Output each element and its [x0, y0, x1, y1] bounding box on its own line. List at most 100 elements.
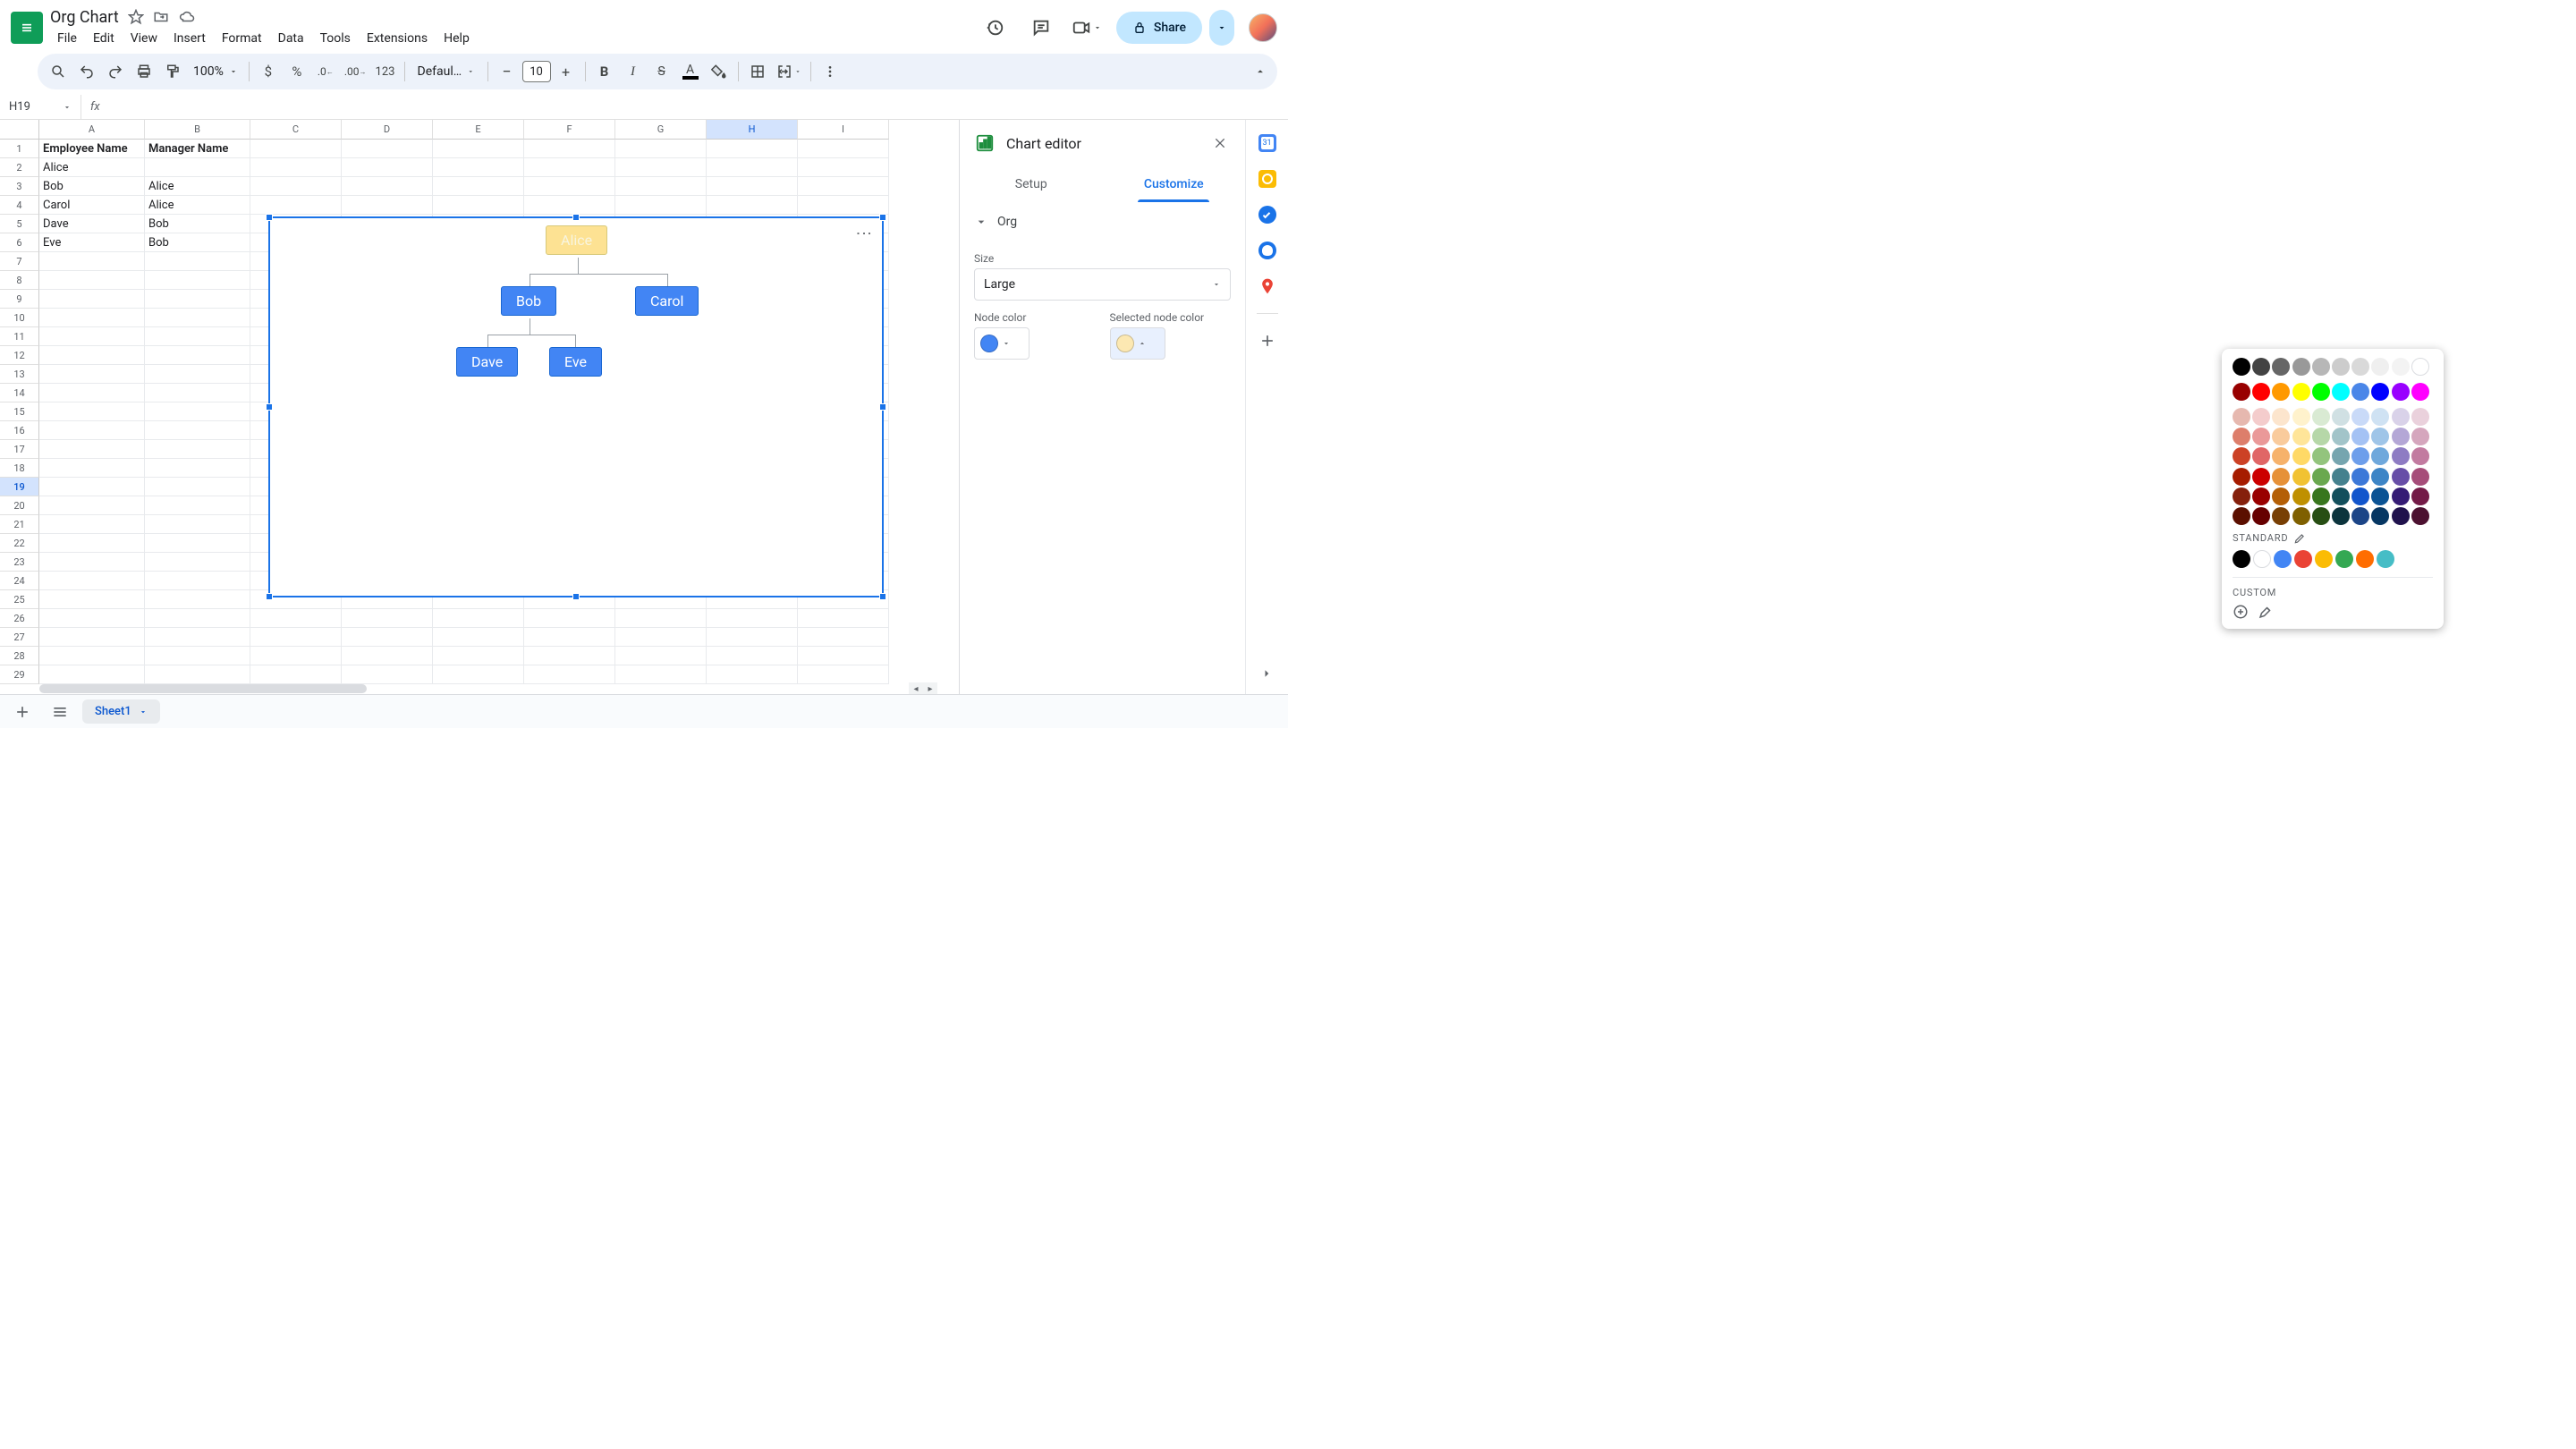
cell[interactable] — [707, 196, 798, 215]
color-swatch[interactable] — [2371, 383, 2389, 401]
column-header[interactable]: E — [433, 120, 524, 140]
color-swatch[interactable] — [2272, 487, 2290, 505]
cell[interactable] — [145, 628, 250, 647]
decrease-decimal-icon[interactable]: .0← — [312, 58, 339, 85]
color-swatch[interactable] — [2252, 408, 2270, 426]
cell[interactable] — [250, 609, 342, 628]
get-addons-icon[interactable] — [1258, 332, 1276, 350]
color-swatch[interactable] — [2377, 550, 2394, 568]
color-swatch[interactable] — [2292, 468, 2310, 486]
color-swatch[interactable] — [2371, 428, 2389, 445]
fill-color-icon[interactable] — [706, 58, 733, 85]
strikethrough-icon[interactable]: S — [648, 58, 675, 85]
color-swatch[interactable] — [2332, 468, 2350, 486]
more-toolbar-icon[interactable] — [817, 58, 843, 85]
column-header[interactable]: B — [145, 120, 250, 140]
cell[interactable] — [145, 534, 250, 553]
color-swatch[interactable] — [2351, 358, 2369, 376]
cell[interactable] — [145, 158, 250, 177]
color-swatch[interactable] — [2351, 487, 2369, 505]
zoom-select[interactable]: 100% — [188, 64, 243, 79]
org-node-carol[interactable]: Carol — [635, 286, 699, 316]
column-header[interactable]: G — [615, 120, 707, 140]
color-swatch[interactable] — [2274, 550, 2292, 568]
maps-addon-icon[interactable] — [1258, 277, 1276, 295]
row-header[interactable]: 10 — [0, 309, 39, 327]
redo-icon[interactable] — [102, 58, 129, 85]
cell[interactable] — [433, 158, 524, 177]
color-swatch[interactable] — [2411, 447, 2429, 465]
cell[interactable] — [39, 590, 145, 609]
color-swatch[interactable] — [2356, 550, 2374, 568]
undo-icon[interactable] — [73, 58, 100, 85]
color-swatch[interactable] — [2392, 383, 2410, 401]
row-header[interactable]: 27 — [0, 628, 39, 647]
row-header[interactable]: 24 — [0, 572, 39, 590]
cell[interactable] — [433, 140, 524, 158]
cell[interactable] — [39, 478, 145, 496]
color-swatch[interactable] — [2272, 358, 2290, 376]
color-swatch[interactable] — [2392, 358, 2410, 376]
cell[interactable] — [798, 609, 889, 628]
color-swatch[interactable] — [2351, 408, 2369, 426]
cell[interactable] — [145, 440, 250, 459]
currency-icon[interactable]: $ — [255, 58, 282, 85]
color-swatch[interactable] — [2351, 428, 2369, 445]
cell[interactable] — [145, 647, 250, 665]
percent-icon[interactable]: % — [284, 58, 310, 85]
color-swatch[interactable] — [2332, 358, 2350, 376]
color-swatch[interactable] — [2312, 408, 2330, 426]
color-swatch[interactable] — [2272, 507, 2290, 525]
cell[interactable] — [433, 609, 524, 628]
cell[interactable] — [342, 196, 433, 215]
cell[interactable] — [524, 177, 615, 196]
tab-setup[interactable]: Setup — [960, 166, 1103, 202]
more-formats-icon[interactable]: 123 — [372, 58, 399, 85]
cell[interactable] — [39, 496, 145, 515]
color-swatch[interactable] — [2233, 507, 2250, 525]
color-swatch[interactable] — [2332, 408, 2350, 426]
color-swatch[interactable] — [2312, 468, 2330, 486]
color-swatch[interactable] — [2371, 507, 2389, 525]
cell[interactable]: Alice — [145, 177, 250, 196]
add-sheet-icon[interactable] — [7, 699, 38, 725]
merge-cells-icon[interactable] — [773, 58, 805, 85]
cell[interactable] — [433, 665, 524, 684]
eyedropper-icon[interactable] — [2258, 604, 2274, 620]
sheet-tab[interactable]: Sheet1 — [82, 699, 160, 724]
increase-font-icon[interactable]: + — [553, 58, 580, 85]
row-header[interactable]: 6 — [0, 233, 39, 252]
cell[interactable] — [145, 421, 250, 440]
color-swatch[interactable] — [2411, 468, 2429, 486]
cell[interactable] — [342, 177, 433, 196]
color-swatch[interactable] — [2252, 428, 2270, 445]
row-header[interactable]: 29 — [0, 665, 39, 684]
cell[interactable] — [798, 140, 889, 158]
color-swatch[interactable] — [2233, 550, 2250, 568]
cell[interactable] — [798, 665, 889, 684]
menu-edit[interactable]: Edit — [86, 29, 122, 48]
cell[interactable] — [145, 590, 250, 609]
cell[interactable] — [145, 384, 250, 402]
color-swatch[interactable] — [2292, 428, 2310, 445]
color-swatch[interactable] — [2392, 487, 2410, 505]
org-node-dave[interactable]: Dave — [456, 347, 518, 377]
menu-help[interactable]: Help — [436, 29, 477, 48]
cell[interactable] — [707, 140, 798, 158]
paint-format-icon[interactable] — [159, 58, 186, 85]
color-swatch[interactable] — [2272, 447, 2290, 465]
color-swatch[interactable] — [2351, 383, 2369, 401]
cell[interactable] — [39, 252, 145, 271]
star-icon[interactable] — [128, 9, 144, 25]
keep-addon-icon[interactable] — [1258, 170, 1276, 188]
cell[interactable] — [145, 496, 250, 515]
cell[interactable]: Manager Name — [145, 140, 250, 158]
color-swatch[interactable] — [2411, 507, 2429, 525]
row-header[interactable]: 9 — [0, 290, 39, 309]
cell[interactable] — [342, 628, 433, 647]
row-header[interactable]: 1 — [0, 140, 39, 158]
name-box[interactable]: H19 — [0, 100, 80, 114]
cell[interactable] — [707, 177, 798, 196]
row-header[interactable]: 19 — [0, 478, 39, 496]
print-icon[interactable] — [131, 58, 157, 85]
